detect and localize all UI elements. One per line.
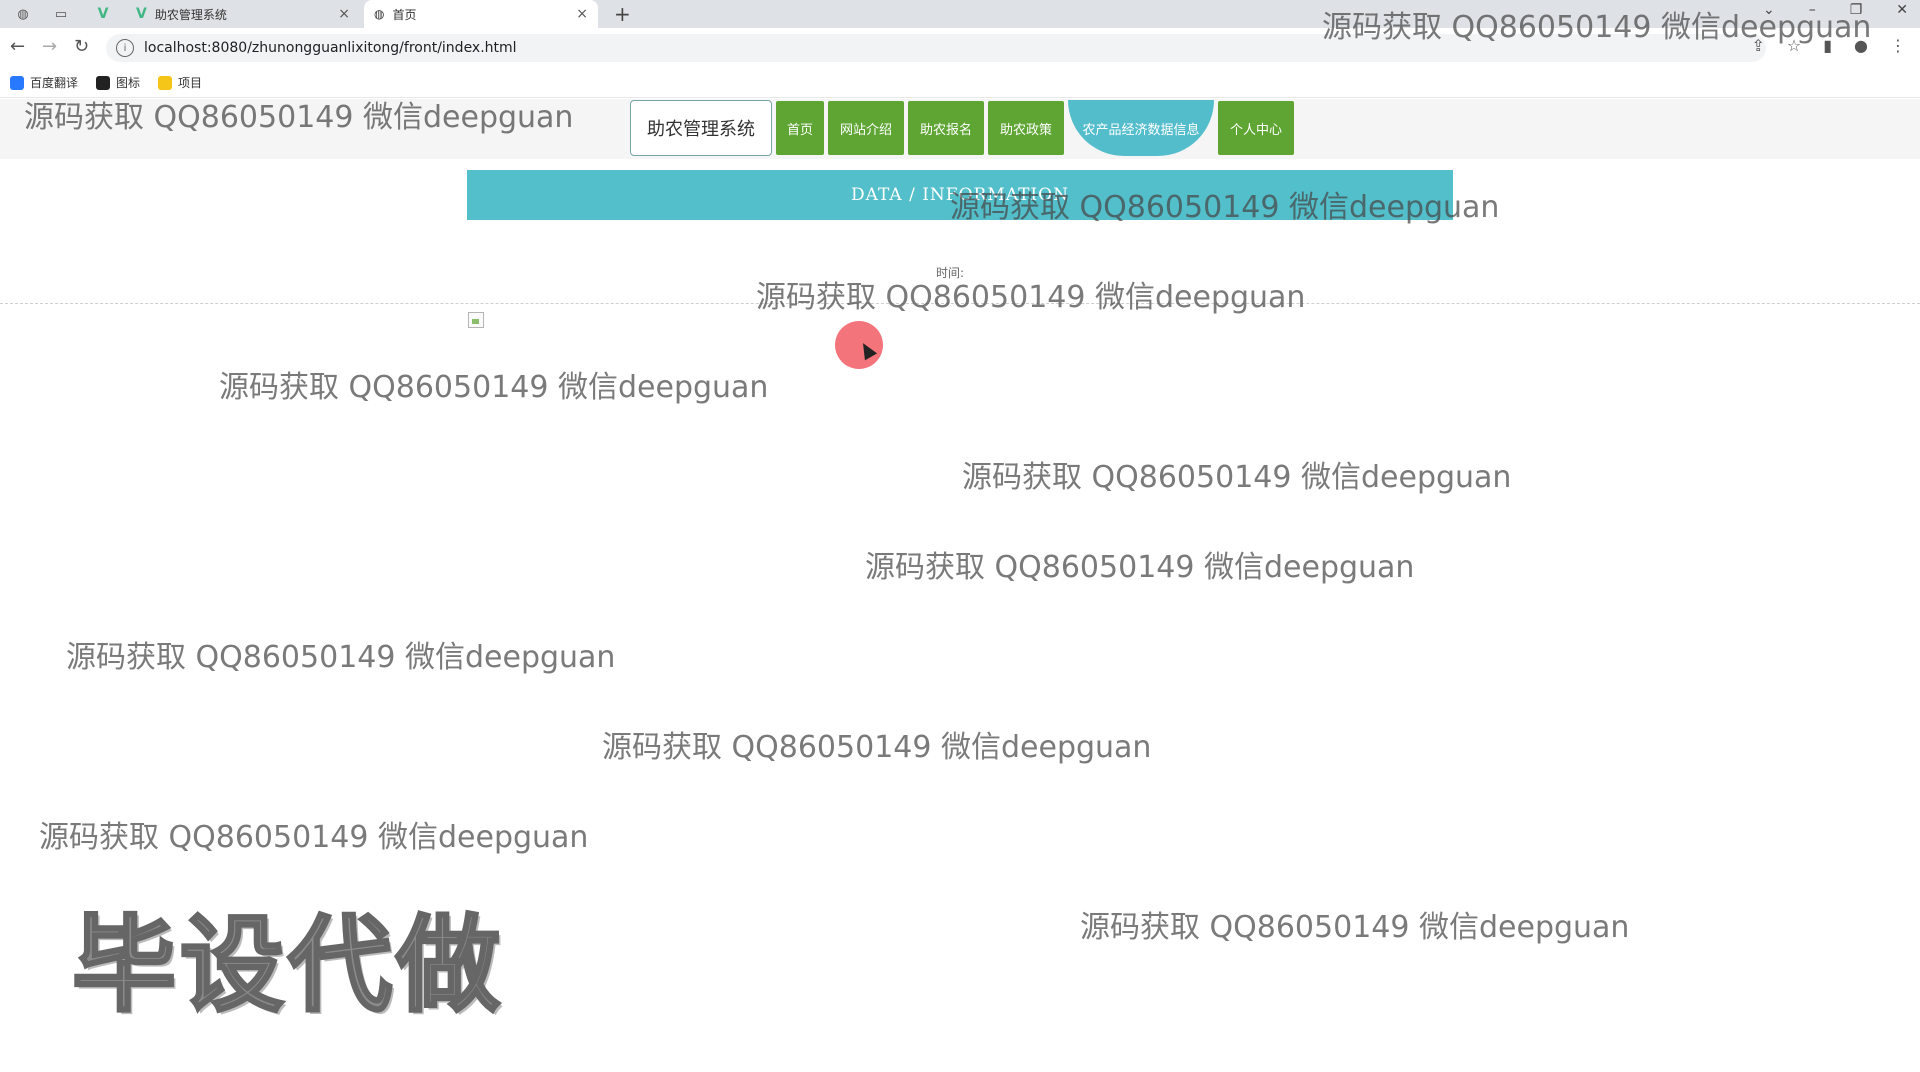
tab-zhunong-admin[interactable]: V 助农管理系统 ×	[126, 0, 360, 28]
blank-tab-icon[interactable]: ▭	[50, 4, 72, 24]
toolbar-actions: ⇪ ☆ ▮ ● ⋮	[1751, 36, 1906, 55]
translate-icon	[10, 75, 24, 90]
nav-policy[interactable]: 助农政策	[988, 101, 1064, 155]
watermark-big-text: 毕设代做	[70, 903, 505, 1028]
url-input[interactable]: i localhost:8080/zhunongguanlixitong/fro…	[106, 34, 1766, 62]
watermark-text: 源码获取 QQ86050149 微信deepguan	[66, 640, 616, 675]
address-bar-row: ← → ↻ i localhost:8080/zhunongguanlixito…	[0, 28, 1920, 69]
bookmark-icons[interactable]: 图标	[96, 74, 140, 91]
tab-title: 首页	[392, 7, 417, 22]
star-icon[interactable]: ☆	[1787, 36, 1801, 55]
watermark-text: 源码获取 QQ86050149 微信deepguan	[39, 820, 589, 855]
bookmark-label: 图标	[116, 76, 141, 90]
bookmark-label: 百度翻译	[30, 76, 79, 90]
nav-registration[interactable]: 助农报名	[908, 101, 984, 155]
globe-icon: ◍	[374, 7, 385, 21]
bookmark-label: 项目	[178, 76, 203, 90]
globe-icon[interactable]: ◍	[12, 4, 34, 24]
tab-home[interactable]: ◍ 首页 ×	[364, 0, 598, 28]
time-label: 时间:	[936, 266, 965, 280]
restore-icon[interactable]: ❐	[1850, 2, 1863, 18]
close-window-icon[interactable]: ✕	[1896, 2, 1908, 18]
image-icon	[96, 75, 111, 90]
bookmark-project[interactable]: 项目	[158, 74, 202, 91]
watermark-text: 源码获取 QQ86050149 微信deepguan	[865, 550, 1415, 585]
info-icon[interactable]: i	[116, 39, 134, 57]
chevron-down-icon[interactable]: ⌄	[1763, 2, 1775, 18]
bookmark-baidu-translate[interactable]: 百度翻译	[10, 74, 78, 91]
nav-site-intro[interactable]: 网站介绍	[828, 101, 904, 155]
nav-home[interactable]: 首页	[776, 101, 824, 155]
browser-tab-bar: ◍ ▭ V V 助农管理系统 × ◍ 首页 × + ⌄ – ❐ ✕	[0, 0, 1920, 28]
broken-image-icon	[468, 312, 484, 328]
site-title[interactable]: 助农管理系统	[630, 100, 772, 156]
vue-logo-icon[interactable]: V	[92, 4, 114, 24]
forward-icon[interactable]: →	[42, 36, 57, 57]
reload-icon[interactable]: ↻	[74, 36, 89, 57]
close-icon[interactable]: ×	[338, 6, 350, 22]
sidepanel-icon[interactable]: ▮	[1823, 36, 1832, 55]
menu-icon[interactable]: ⋮	[1890, 36, 1906, 55]
url-text: localhost:8080/zhunongguanlixitong/front…	[144, 40, 517, 56]
window-controls: ⌄ – ❐ ✕	[1763, 2, 1908, 18]
watermark-text: 源码获取 QQ86050149 微信deepguan	[962, 460, 1512, 495]
section-banner: DATA / INFORMATION	[467, 170, 1453, 220]
nav-economic-data[interactable]: 农产品经济数据信息	[1068, 100, 1214, 156]
nav-personal-center[interactable]: 个人中心	[1218, 101, 1294, 155]
watermark-text: 源码获取 QQ86050149 微信deepguan	[602, 730, 1152, 765]
bookmarks-bar: 百度翻译 图标 项目	[0, 68, 1920, 98]
folder-icon	[158, 75, 173, 90]
main-nav: 助农管理系统 首页 网站介绍 助农报名 助农政策 农产品经济数据信息 个人中心	[630, 100, 1294, 156]
minimize-icon[interactable]: –	[1809, 2, 1816, 18]
tab-title: 助农管理系统	[154, 7, 227, 22]
watermark-text: 源码获取 QQ86050149 微信deepguan	[219, 370, 769, 405]
divider	[0, 303, 1920, 304]
share-icon[interactable]: ⇪	[1751, 36, 1764, 55]
close-icon[interactable]: ×	[576, 6, 588, 22]
watermark-text: 源码获取 QQ86050149 微信deepguan	[756, 280, 1306, 315]
watermark-text: 源码获取 QQ86050149 微信deepguan	[1080, 910, 1630, 945]
new-tab-button[interactable]: +	[614, 2, 631, 26]
vue-logo-icon: V	[136, 6, 147, 22]
profile-icon[interactable]: ●	[1854, 36, 1868, 55]
back-icon[interactable]: ←	[10, 36, 25, 57]
